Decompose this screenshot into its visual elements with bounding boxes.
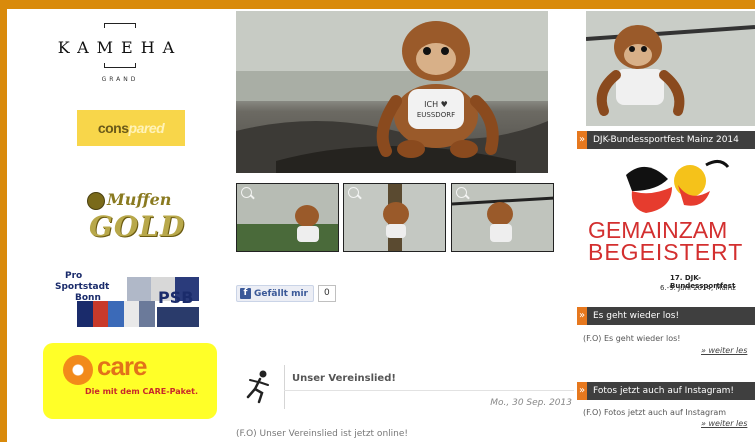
thumbnail-3[interactable] xyxy=(451,183,554,252)
psb-logo-text: Pro Sportstadt Bonn xyxy=(55,271,109,304)
article-separator xyxy=(284,365,285,409)
sidebar-heading-djk[interactable]: DJK-Bundessportfest Mainz 2014 xyxy=(577,131,755,149)
right-sidebar: DJK-Bundessportfest Mainz 2014 GEMAINZAM… xyxy=(577,9,755,442)
svg-text:EUSSDORF: EUSSDORF xyxy=(417,111,455,119)
kameha-logo-name: KAMEHA xyxy=(57,38,183,57)
djk-logo-dates: 6.-9. Juni 2014, Mainz xyxy=(660,284,736,292)
svg-text:ICH ♥: ICH ♥ xyxy=(424,100,448,109)
sidebar-news2-text: (F.O) Fotos jetzt auch auf Instagram xyxy=(583,408,727,417)
facebook-icon: f xyxy=(240,288,251,299)
psb-logo[interactable]: Pro Sportstadt Bonn PSB xyxy=(55,271,199,327)
article-date: Mo., 30 Sep. 2013 xyxy=(490,398,572,408)
djk-logo-graphic xyxy=(626,160,730,213)
zoom-icon xyxy=(456,187,467,198)
muffen-emblem-icon xyxy=(87,192,105,210)
djk-sportfest-logo[interactable]: GEMAINZAM BEGEISTERT 17. DJK-Bundessport… xyxy=(586,151,755,307)
psb-line2: Sportstadt xyxy=(55,282,110,292)
psb-photo-sport xyxy=(157,307,199,327)
care-logo[interactable]: care Die mit dem CARE-Paket. xyxy=(43,343,217,419)
article-divider xyxy=(284,390,574,391)
muffen-logo-gold: GOLD xyxy=(89,210,186,243)
muffen-logo-top: Muffen xyxy=(107,190,172,209)
sidebar-news1-more-link[interactable]: » weiter les xyxy=(701,346,747,355)
sidebar-photo-orangutan[interactable] xyxy=(586,11,755,126)
care-logo-sub: Die mit dem CARE-Paket. xyxy=(85,387,199,396)
zoom-icon xyxy=(348,187,359,198)
muffen-gold-logo[interactable]: Muffen GOLD xyxy=(87,190,184,250)
sidebar-news1-text: (F.O) Es geht wieder los! xyxy=(583,334,681,343)
photo-thumbnails xyxy=(236,183,556,253)
runner-icon xyxy=(246,370,269,404)
conspared-logo[interactable]: cons pared xyxy=(77,110,185,146)
thumbnail-1[interactable] xyxy=(236,183,339,252)
article-title[interactable]: Unser Vereinslied! xyxy=(292,373,396,384)
facebook-like-button[interactable]: f Gefällt mir xyxy=(236,285,314,302)
care-sun-icon xyxy=(63,355,93,385)
psb-photo-strip xyxy=(77,301,155,327)
orangutan-photo-image: ICH ♥ EUSSDORF xyxy=(236,11,548,173)
main-column: ICH ♥ EUSSDORF f Gefällt mir 0 Unser Ver… xyxy=(236,9,574,442)
facebook-like-count: 0 xyxy=(318,285,336,302)
article-teaser: (F.O) Unser Vereinslied ist jetzt online… xyxy=(236,429,408,439)
zoom-icon xyxy=(241,187,252,198)
djk-logo-line2: BEGEISTERT xyxy=(588,239,744,265)
thumbnail-2[interactable] xyxy=(343,183,446,252)
thumbnail-2-image xyxy=(344,184,445,251)
sidebar-photo-image xyxy=(586,11,755,126)
kameha-logo[interactable]: KAMEHA GRAND xyxy=(45,19,195,83)
thumbnail-1-image xyxy=(237,184,338,251)
facebook-like-label: Gefällt mir xyxy=(254,288,308,299)
conspared-logo-part2: pared xyxy=(128,120,165,136)
conspared-logo-part1: cons xyxy=(97,120,129,136)
kameha-logo-sub: GRAND xyxy=(101,76,139,83)
sponsor-column: KAMEHA GRAND cons pared Muffen GOLD Pro S… xyxy=(7,9,235,442)
sidebar-heading-news1[interactable]: Es geht wieder los! xyxy=(577,307,755,325)
page-content: KAMEHA GRAND cons pared Muffen GOLD Pro S… xyxy=(7,9,755,442)
sidebar-news2-more-link[interactable]: » weiter les xyxy=(701,419,747,428)
care-logo-name: care xyxy=(97,351,147,381)
facebook-like-widget: f Gefällt mir 0 xyxy=(236,285,336,302)
psb-line1: Pro xyxy=(65,271,83,281)
main-photo-orangutan[interactable]: ICH ♥ EUSSDORF xyxy=(236,11,548,173)
sidebar-heading-news2[interactable]: Fotos jetzt auch auf Instagram! xyxy=(577,382,755,400)
thumbnail-3-image xyxy=(452,184,553,251)
psb-abbr: PSB xyxy=(158,288,194,307)
